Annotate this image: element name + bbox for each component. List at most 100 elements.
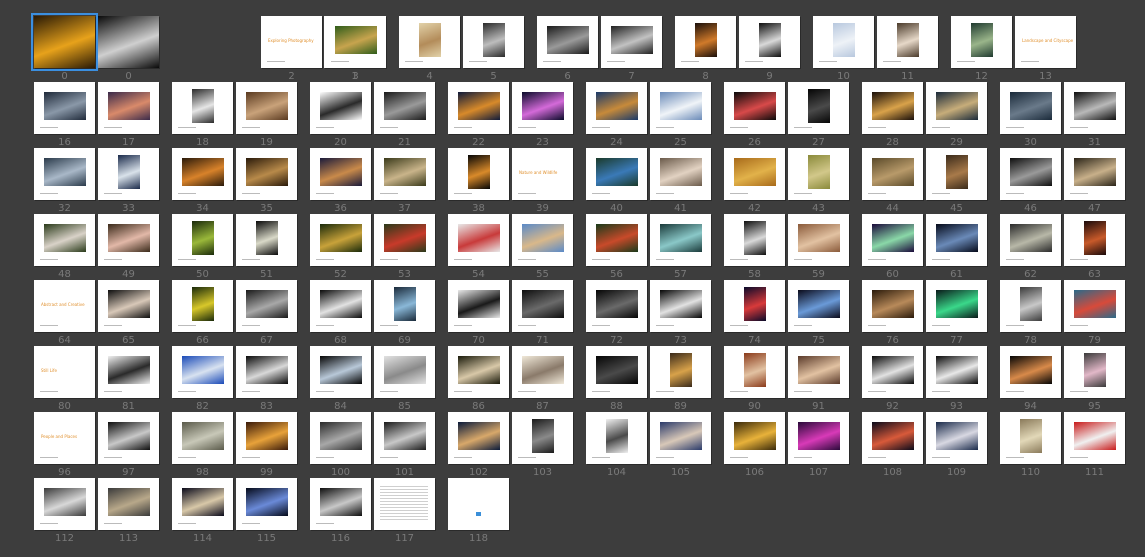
page-thumbnail[interactable]: 3 [325, 16, 386, 82]
page-thumbnail[interactable]: 46 [1000, 148, 1061, 214]
page-thumbnail[interactable]: 26 [724, 82, 785, 148]
page-spread[interactable]: 78 79 [1000, 280, 1125, 346]
page-thumbnail[interactable]: 69 [374, 280, 435, 346]
page-thumbnail[interactable]: 60 [862, 214, 923, 280]
page-spread[interactable]: 90 91 [724, 346, 849, 412]
page-spread[interactable]: 88 89 [586, 346, 711, 412]
page-thumbnail[interactable]: 108 [862, 412, 923, 478]
page-spread[interactable]: 12 Landscape and Cityscape 13 [951, 16, 1076, 82]
page-spread[interactable]: People and Places 96 97 [34, 412, 159, 478]
page-spread[interactable]: 108 109 [862, 412, 987, 478]
page-thumbnail[interactable]: 98 [172, 412, 233, 478]
page-thumbnail[interactable]: 72 [586, 280, 647, 346]
page-thumbnail[interactable]: 104 [586, 412, 647, 478]
page-thumbnail[interactable]: 7 [601, 16, 662, 82]
page-thumbnail[interactable]: 28 [862, 82, 923, 148]
page-spread[interactable]: 84 85 [310, 346, 435, 412]
page-spread[interactable]: 70 71 [448, 280, 573, 346]
page-spread[interactable]: Abstract and Creative 64 65 [34, 280, 159, 346]
page-thumbnail[interactable]: 86 [448, 346, 509, 412]
page-thumbnail[interactable]: 116 [310, 478, 371, 544]
page-thumbnail[interactable]: 79 [1064, 280, 1125, 346]
page-thumbnail[interactable]: 33 [98, 148, 159, 214]
page-thumbnail[interactable]: 82 [172, 346, 233, 412]
page-thumbnail[interactable]: 9 [739, 16, 800, 82]
page-thumbnail[interactable]: 76 [862, 280, 923, 346]
page-thumbnail[interactable]: 47 [1064, 148, 1125, 214]
page-spread[interactable]: 82 83 [172, 346, 297, 412]
page-thumbnail[interactable]: 67 [236, 280, 297, 346]
page-spread[interactable]: 112 113 [34, 478, 159, 544]
page-thumbnail[interactable]: 25 [650, 82, 711, 148]
page-spread[interactable]: 67 [537, 16, 662, 82]
page-spread[interactable]: 50 51 [172, 214, 297, 280]
page-thumbnail[interactable]: 16 [34, 82, 95, 148]
page-thumbnail[interactable]: 24 [586, 82, 647, 148]
page-spread[interactable]: 74 75 [724, 280, 849, 346]
page-spread[interactable]: 40 41 [586, 148, 711, 214]
page-spread[interactable]: 110 111 [1000, 412, 1125, 478]
page-thumbnail[interactable]: 36 [310, 148, 371, 214]
page-thumbnail[interactable]: 44 [862, 148, 923, 214]
page-spread[interactable]: 30 31 [1000, 82, 1125, 148]
page-thumbnail[interactable]: 0 [31, 13, 98, 82]
page-thumbnail[interactable]: 57 [650, 214, 711, 280]
page-thumbnail[interactable]: 68 [310, 280, 371, 346]
page-thumbnail[interactable]: 99 [236, 412, 297, 478]
page-thumbnail[interactable]: 117 [374, 478, 435, 544]
page-thumbnail[interactable]: 20 [310, 82, 371, 148]
page-spread[interactable]: 22 23 [448, 82, 573, 148]
page-spread[interactable]: 76 77 [862, 280, 987, 346]
page-thumbnail[interactable]: 94 [1000, 346, 1061, 412]
page-thumbnail[interactable]: 22 [448, 82, 509, 148]
page-thumbnail[interactable]: 89 [650, 346, 711, 412]
page-thumbnail[interactable]: 118 [448, 478, 509, 544]
page-thumbnail[interactable]: 102 [448, 412, 509, 478]
page-spread[interactable]: 44 45 [862, 148, 987, 214]
page-thumbnail[interactable]: 106 [724, 412, 785, 478]
page-spread[interactable]: 66 67 [172, 280, 297, 346]
page-thumbnail[interactable]: 95 [1064, 346, 1125, 412]
page-thumbnail[interactable]: 77 [926, 280, 987, 346]
page-thumbnail[interactable]: 21 [374, 82, 435, 148]
page-thumbnail[interactable]: 11 [877, 16, 938, 82]
page-spread[interactable]: 45 [399, 16, 524, 82]
page-thumbnail[interactable]: 19 [236, 82, 297, 148]
page-thumbnail[interactable]: Nature and Wildlife 39 [512, 148, 573, 214]
page-thumbnail[interactable]: 56 [586, 214, 647, 280]
page-spread[interactable]: 00 [31, 13, 159, 82]
page-thumbnail[interactable]: 23 [512, 82, 573, 148]
page-thumbnail[interactable]: 55 [512, 214, 573, 280]
page-spread[interactable]: 26 27 [724, 82, 849, 148]
page-spread[interactable]: 104 105 [586, 412, 711, 478]
page-thumbnail[interactable]: 111 [1064, 412, 1125, 478]
page-spread[interactable]: 106 107 [724, 412, 849, 478]
page-thumbnail[interactable]: 81 [98, 346, 159, 412]
page-thumbnail[interactable]: 100 [310, 412, 371, 478]
page-thumbnail[interactable]: 92 [862, 346, 923, 412]
page-thumbnail[interactable]: People and Places 96 [34, 412, 95, 478]
page-thumbnail[interactable]: 41 [650, 148, 711, 214]
page-spread[interactable]: 16 17 [34, 82, 159, 148]
page-thumbnail[interactable]: 53 [374, 214, 435, 280]
page-spread[interactable]: 38 Nature and Wildlife 39 [448, 148, 573, 214]
page-thumbnail[interactable]: 84 [310, 346, 371, 412]
page-spread[interactable]: Still Life 80 81 [34, 346, 159, 412]
page-spread[interactable]: 86 87 [448, 346, 573, 412]
page-thumbnail[interactable]: 114 [172, 478, 233, 544]
page-spread[interactable]: 94 95 [1000, 346, 1125, 412]
page-thumbnail[interactable]: 74 [724, 280, 785, 346]
page-thumbnail[interactable]: 27 [788, 82, 849, 148]
page-thumbnail[interactable]: 8 [675, 16, 736, 82]
page-thumbnail[interactable]: Still Life 80 [34, 346, 95, 412]
page-thumbnail[interactable]: 78 [1000, 280, 1061, 346]
page-thumbnail[interactable]: 43 [788, 148, 849, 214]
page-thumbnail[interactable]: 103 [512, 412, 573, 478]
page-spread[interactable]: 18 19 [172, 82, 297, 148]
page-spread[interactable]: 114 115 [172, 478, 297, 544]
page-spread[interactable]: 42 43 [724, 148, 849, 214]
page-spread[interactable]: 62 63 [1000, 214, 1125, 280]
page-spread[interactable]: 72 73 [586, 280, 711, 346]
page-thumbnail[interactable]: 32 [34, 148, 95, 214]
page-thumbnail[interactable]: 37 [374, 148, 435, 214]
